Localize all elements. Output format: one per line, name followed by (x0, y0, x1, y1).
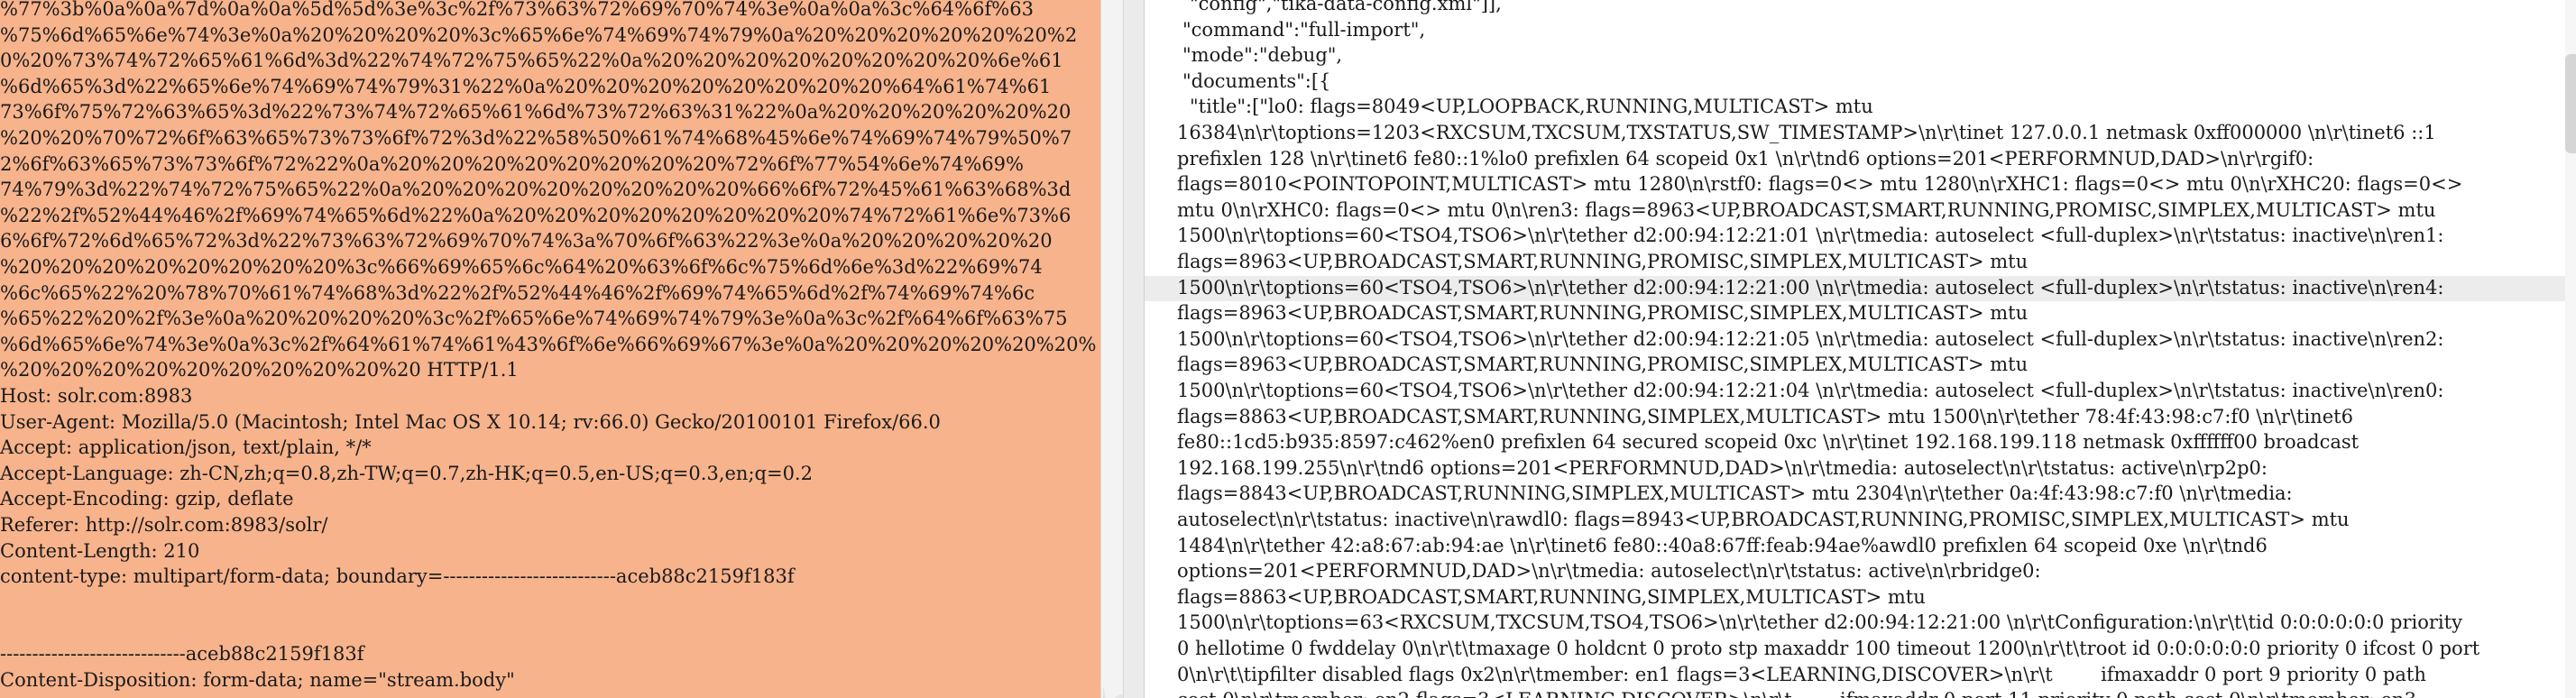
response-line: fe80::1cd5:b935:8597:c462%en0 prefixlen … (1177, 431, 2360, 454)
request-line: User-Agent: Mozilla/5.0 (Macintosh; Inte… (0, 410, 941, 433)
response-line: flags=8963<UP,BROADCAST,SMART,RUNNING,PR… (1177, 302, 2029, 325)
request-line: 6%6f%72%6d%65%72%3d%22%73%63%72%69%70%74… (0, 230, 1053, 253)
response-scrollbar[interactable] (2565, 0, 2576, 698)
response-line: 1500\n\r\toptions=60<TSO4,TSO6>\n\r\teth… (1177, 327, 2444, 350)
request-line: %6d%65%3d%22%65%6e%74%69%74%79%31%22%0a%… (0, 75, 1052, 97)
response-line: flags=8863<UP,BROADCAST,SMART,RUNNING,SI… (1177, 405, 2353, 427)
response-scrollbar-thumb[interactable] (2565, 54, 2576, 153)
response-line: 0\n\r\t\tipfilter disabled flags 0x2\n\r… (1177, 663, 2426, 685)
response-line: 1500\n\r\toptions=60<TSO4,TSO6>\n\r\teth… (1177, 225, 2444, 247)
response-line: "config","tika-data-config.xml"]], (1190, 0, 1502, 14)
response-line: mtu 0\n\rXHC0: flags=0<> mtu 0\n\ren3: f… (1177, 198, 2436, 221)
request-line: 74%79%3d%22%74%72%75%65%22%0a%20%20%20%2… (0, 179, 1072, 201)
request-line: %20%20%70%72%6f%63%65%73%73%6f%72%3d%22%… (0, 127, 1072, 149)
response-line: cost 0\n\r\tmember: en2 flags=3<LEARNING… (1177, 687, 2416, 698)
request-line: -----------------------------aceb88c2159… (0, 643, 364, 665)
response-line: options=201<PERFORMNUD,DAD>\n\r\tmedia: … (1177, 560, 2041, 583)
pane-splitter[interactable] (1124, 0, 1144, 698)
request-line: content-type: multipart/form-data; bound… (0, 565, 795, 588)
response-viewer[interactable]: "config","tika-data-config.xml"]], "comma… (1144, 0, 2576, 698)
request-line: %20%20%20%20%20%20%20%20%20%20 HTTP/1.1 (0, 359, 519, 381)
response-line: flags=8963<UP,BROADCAST,SMART,RUNNING,PR… (1177, 251, 2029, 272)
request-line: %6d%65%6e%74%3e%0a%3c%2f%64%61%74%61%43%… (0, 333, 1097, 355)
request-line: Content-Length: 210 (0, 539, 200, 562)
response-line: autoselect\n\r\tstatus: inactive\n\rawdl… (1177, 509, 2350, 530)
response-line: "documents":[{ (1182, 69, 1331, 92)
request-line: %65%22%20%2f%3e%0a%20%20%20%20%3c%2f%65%… (0, 308, 1068, 330)
request-line: 73%6f%75%72%63%65%3d%22%73%74%72%65%61%6… (0, 101, 1072, 124)
response-line: 1484\n\r\tether 42:a8:67:ab:94:ae \n\r\t… (1177, 534, 2268, 556)
request-line: Referer: http://solr.com:8983/solr/ (0, 514, 328, 536)
response-line: "title":["lo0: flags=8049<UP,LOOPBACK,RU… (1190, 96, 1873, 118)
response-line: 1500\n\r\toptions=63<RXCSUM,TXCSUM,TSO4,… (1177, 611, 2462, 634)
request-line: Content-Disposition: form-data; name="st… (0, 668, 515, 691)
request-editor-scroll-edge (1100, 0, 1124, 698)
request-line: Accept: application/json, text/plain, */… (0, 436, 372, 459)
request-line: %77%3b%0a%0a%7d%0a%0a%5d%5d%3e%3c%2f%73%… (0, 0, 1034, 20)
response-line: 192.168.199.255\n\r\tnd6 options=201<PER… (1177, 456, 2268, 479)
response-line: flags=8963<UP,BROADCAST,SMART,RUNNING,PR… (1177, 354, 2029, 376)
request-line: %6c%65%22%20%78%70%61%74%68%3d%22%2f%52%… (0, 281, 1035, 304)
request-editor[interactable]: %77%3b%0a%0a%7d%0a%0a%5d%5d%3e%3c%2f%73%… (0, 0, 1100, 698)
response-line: flags=8010<POINTOPOINT,MULTICAST> mtu 12… (1177, 173, 2463, 196)
request-line: %75%6d%65%6e%74%3e%0a%20%20%20%20%3c%65%… (0, 23, 1078, 46)
request-line: Host: solr.com:8983 (0, 385, 193, 407)
pane-edge-curve-icon (1103, 685, 1123, 698)
request-line: 0%20%73%74%72%65%61%6d%3d%22%74%72%75%65… (0, 50, 1063, 72)
response-line: "mode":"debug", (1182, 44, 1343, 67)
request-line: %22%2f%52%44%46%2f%69%74%65%6d%22%0a%20%… (0, 204, 1072, 226)
response-line: 16384\n\r\toptions=1203<RXCSUM,TXCSUM,TX… (1177, 122, 2436, 143)
response-line: "command":"full-import", (1182, 18, 1426, 41)
response-line: 1500\n\r\toptions=60<TSO4,TSO6>\n\r\teth… (1177, 380, 2444, 401)
response-line: prefixlen 128 \n\r\tinet6 fe80::1%lo0 pr… (1177, 147, 2314, 170)
request-line: Accept-Encoding: gzip, deflate (0, 488, 294, 510)
response-line: flags=8843<UP,BROADCAST,RUNNING,SIMPLEX,… (1177, 482, 2293, 505)
response-line: 1500\n\r\toptions=60<TSO4,TSO6>\n\r\teth… (1177, 276, 2444, 298)
request-line: %20%20%20%20%20%20%20%20%3c%66%69%65%6c%… (0, 256, 1043, 278)
request-line: 2%6f%63%65%73%73%6f%72%22%0a%20%20%20%20… (0, 152, 1024, 175)
request-line: Accept-Language: zh-CN,zh;q=0.8,zh-TW;q=… (0, 462, 813, 484)
response-line: flags=8863<UP,BROADCAST,SMART,RUNNING,SI… (1177, 585, 1926, 608)
response-line: 0 hellotime 0 fwddelay 0\n\r\t\tmaxage 0… (1177, 638, 2480, 659)
